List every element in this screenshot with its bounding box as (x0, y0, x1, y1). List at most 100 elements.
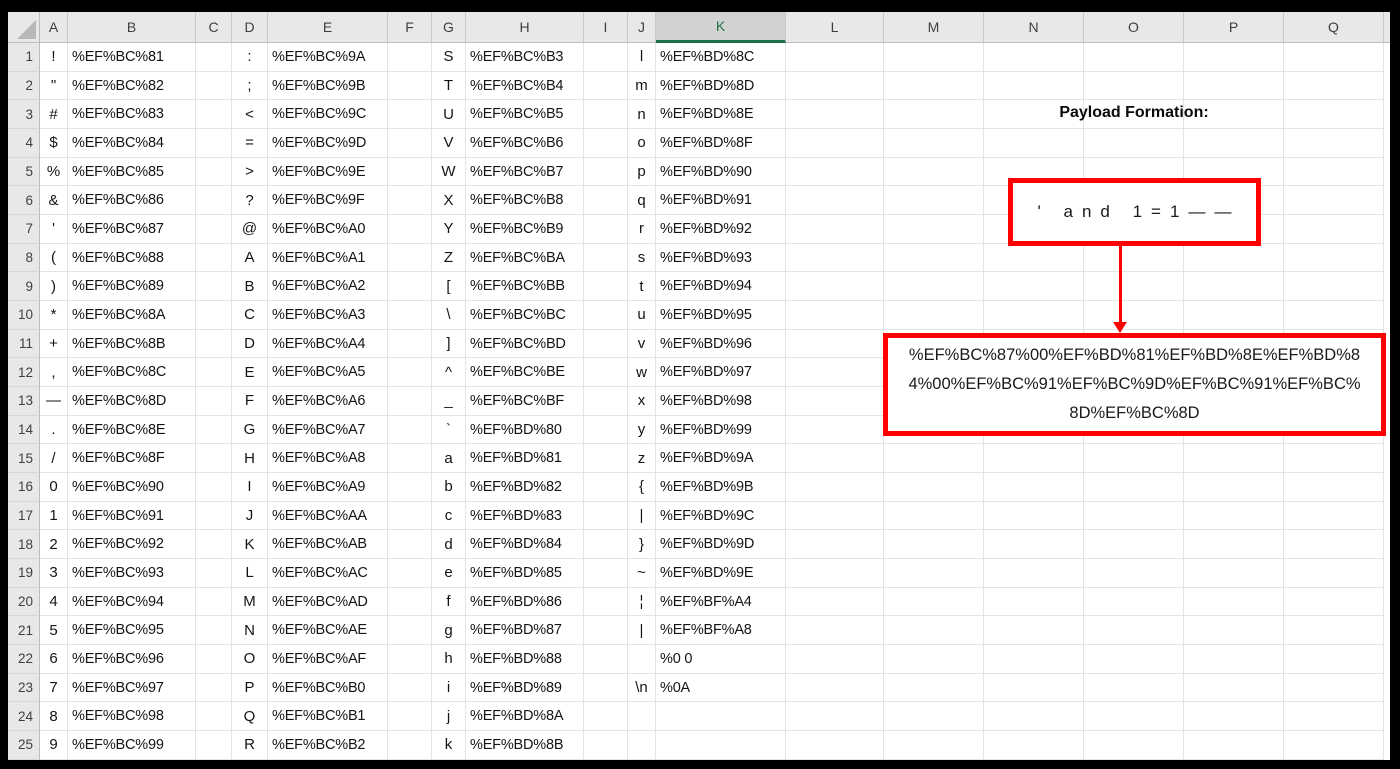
cell-E17[interactable]: %EF%BC%AA (268, 501, 388, 531)
cell-M17[interactable] (884, 501, 984, 531)
row-header-16[interactable]: 16 (8, 473, 40, 502)
cell-B11[interactable]: %EF%BC%8B (68, 329, 196, 359)
cell-J1[interactable]: l (628, 43, 656, 72)
cell-H6[interactable]: %EF%BC%B8 (466, 186, 584, 216)
cell-J23[interactable]: \n (628, 673, 656, 703)
cell-J2[interactable]: m (628, 71, 656, 101)
cell-A17[interactable]: 1 (40, 501, 68, 531)
cell-E6[interactable]: %EF%BC%9F (268, 186, 388, 216)
column-header-Q[interactable]: Q (1284, 12, 1384, 43)
row-header-20[interactable]: 20 (8, 587, 40, 617)
cell-C11[interactable] (196, 329, 232, 359)
cell-B8[interactable]: %EF%BC%88 (68, 243, 196, 273)
cell-C21[interactable] (196, 616, 232, 646)
cell-G23[interactable]: i (432, 673, 466, 703)
cell-H4[interactable]: %EF%BC%B6 (466, 129, 584, 158)
column-header-N[interactable]: N (984, 12, 1084, 43)
cell-L14[interactable] (786, 415, 884, 445)
cell-K17[interactable]: %EF%BD%9C (656, 501, 786, 531)
cell-B2[interactable]: %EF%BC%82 (68, 71, 196, 101)
column-header-J[interactable]: J (628, 12, 656, 43)
row-header-17[interactable]: 17 (8, 501, 40, 531)
cell-G1[interactable]: S (432, 43, 466, 72)
cell-O21[interactable] (1084, 616, 1184, 646)
cell-F8[interactable] (388, 243, 432, 273)
cell-H8[interactable]: %EF%BC%BA (466, 243, 584, 273)
cell-B21[interactable]: %EF%BC%95 (68, 616, 196, 646)
cell-A22[interactable]: 6 (40, 645, 68, 674)
row-header-11[interactable]: 11 (8, 329, 40, 359)
cell-Q5[interactable] (1284, 157, 1384, 187)
cell-H18[interactable]: %EF%BD%84 (466, 530, 584, 560)
cell-J8[interactable]: s (628, 243, 656, 273)
cell-D25[interactable]: R (232, 731, 268, 760)
row-header-4[interactable]: 4 (8, 129, 40, 158)
cell-I12[interactable] (584, 358, 628, 388)
cell-N14[interactable] (984, 415, 1084, 445)
cell-L8[interactable] (786, 243, 884, 273)
cell-C22[interactable] (196, 645, 232, 674)
cell-J14[interactable]: y (628, 415, 656, 445)
cell-E21[interactable]: %EF%BC%AE (268, 616, 388, 646)
cell-H1[interactable]: %EF%BC%B3 (466, 43, 584, 72)
cell-J22[interactable] (628, 645, 656, 674)
cell-A11[interactable]: + (40, 329, 68, 359)
cell-Q19[interactable] (1284, 559, 1384, 588)
cell-P10[interactable] (1184, 301, 1284, 330)
cell-O7[interactable] (1084, 215, 1184, 244)
cell-G4[interactable]: V (432, 129, 466, 158)
cell-I18[interactable] (584, 530, 628, 560)
cell-J6[interactable]: q (628, 186, 656, 216)
cell-N18[interactable] (984, 530, 1084, 560)
cell-G15[interactable]: a (432, 444, 466, 474)
cell-J3[interactable]: n (628, 100, 656, 130)
cell-G9[interactable]: [ (432, 272, 466, 302)
cell-H3[interactable]: %EF%BC%B5 (466, 100, 584, 130)
cell-A16[interactable]: 0 (40, 473, 68, 502)
cell-M13[interactable] (884, 387, 984, 416)
cell-L13[interactable] (786, 387, 884, 416)
cell-L19[interactable] (786, 559, 884, 588)
cell-L10[interactable] (786, 301, 884, 330)
cell-D10[interactable]: C (232, 301, 268, 330)
cell-A4[interactable]: $ (40, 129, 68, 158)
cell-F7[interactable] (388, 215, 432, 244)
cell-K11[interactable]: %EF%BD%96 (656, 329, 786, 359)
cell-O3[interactable] (1084, 100, 1184, 130)
cell-D13[interactable]: F (232, 387, 268, 416)
cell-Q1[interactable] (1284, 43, 1384, 72)
cell-J24[interactable] (628, 702, 656, 732)
column-header-P[interactable]: P (1184, 12, 1284, 43)
cell-O13[interactable] (1084, 387, 1184, 416)
cell-P11[interactable] (1184, 329, 1284, 359)
cell-E16[interactable]: %EF%BC%A9 (268, 473, 388, 502)
cell-B6[interactable]: %EF%BC%86 (68, 186, 196, 216)
cell-C9[interactable] (196, 272, 232, 302)
row-header-14[interactable]: 14 (8, 415, 40, 445)
cell-P6[interactable] (1184, 186, 1284, 216)
cell-M6[interactable] (884, 186, 984, 216)
cell-F6[interactable] (388, 186, 432, 216)
cell-N24[interactable] (984, 702, 1084, 732)
cell-N6[interactable] (984, 186, 1084, 216)
cell-A10[interactable]: * (40, 301, 68, 330)
cell-K16[interactable]: %EF%BD%9B (656, 473, 786, 502)
cell-O18[interactable] (1084, 530, 1184, 560)
cell-L7[interactable] (786, 215, 884, 244)
cell-E25[interactable]: %EF%BC%B2 (268, 731, 388, 760)
cell-G11[interactable]: ] (432, 329, 466, 359)
cell-F1[interactable] (388, 43, 432, 72)
cell-J10[interactable]: u (628, 301, 656, 330)
cell-B23[interactable]: %EF%BC%97 (68, 673, 196, 703)
cell-L25[interactable] (786, 731, 884, 760)
cell-D8[interactable]: A (232, 243, 268, 273)
cell-J15[interactable]: z (628, 444, 656, 474)
cell-G17[interactable]: c (432, 501, 466, 531)
cell-B13[interactable]: %EF%BC%8D (68, 387, 196, 416)
cell-I21[interactable] (584, 616, 628, 646)
cell-D1[interactable]: : (232, 43, 268, 72)
cell-A5[interactable]: % (40, 157, 68, 187)
cell-E22[interactable]: %EF%BC%AF (268, 645, 388, 674)
cell-O22[interactable] (1084, 645, 1184, 674)
cell-P25[interactable] (1184, 731, 1284, 760)
